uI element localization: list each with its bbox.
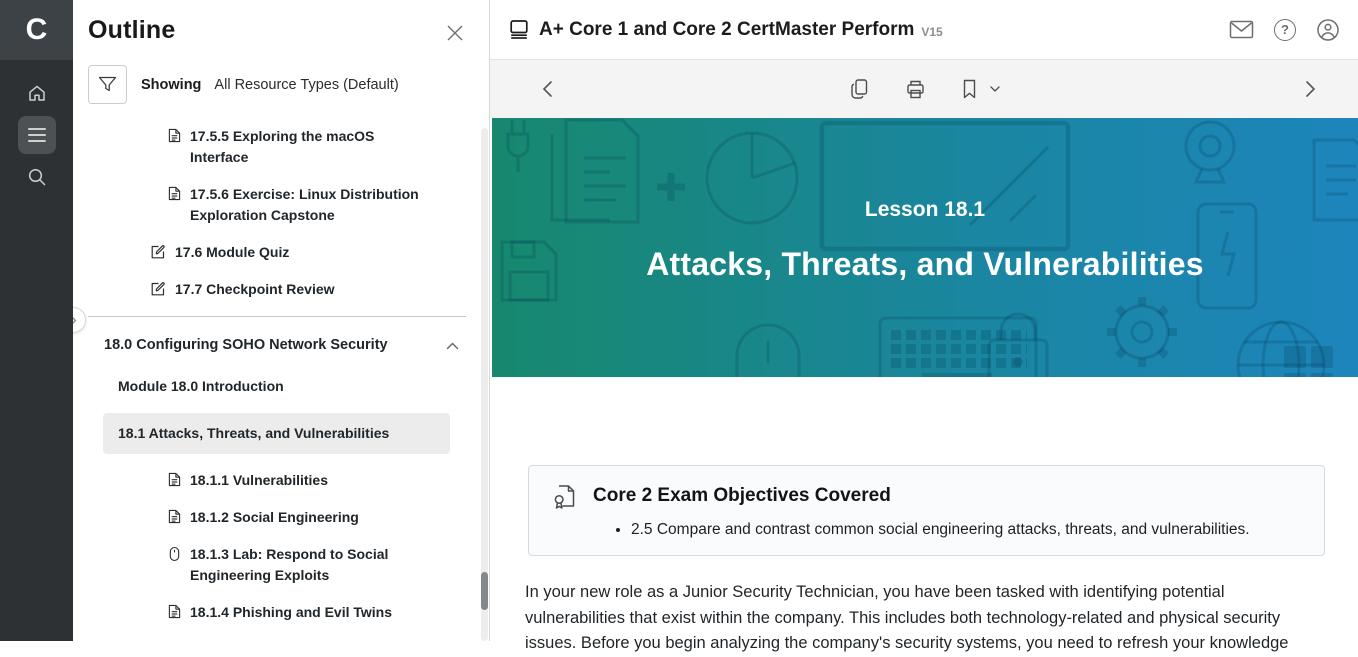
document-icon [168,472,181,487]
resource-filter-row: Showing All Resource Types (Default) [88,65,489,104]
course-icon [508,19,530,40]
bookmark-icon [962,79,977,99]
main-area: A+ Core 1 and Core 2 CertMaster Perform … [490,0,1358,652]
comptia-logo[interactable]: C [0,0,73,60]
outline-scrollbar-thumb[interactable] [481,572,488,610]
objectives-list: 2.5 Compare and contrast common social e… [552,519,1304,541]
mail-icon [1229,20,1254,39]
outline-item[interactable]: 18.1.2 Social Engineering [73,507,489,528]
document-icon [168,604,181,619]
lesson-content: Core 2 Exam Objectives Covered 2.5 Compa… [490,377,1358,657]
certificate-icon [552,482,579,510]
outline-item-selected[interactable]: 18.1 Attacks, Threats, and Vulnerabiliti… [103,413,450,454]
filter-funnel-icon [98,76,117,94]
chevron-down-icon [989,86,1000,92]
bookmark-menu-button[interactable] [989,86,1000,92]
chevron-left-icon [542,80,553,98]
outline-menu-button[interactable] [17,116,56,154]
exam-objectives-box: Core 2 Exam Objectives Covered 2.5 Compa… [528,465,1325,556]
close-outline-button[interactable] [446,24,464,42]
outline-item[interactable]: 17.5.5 Exploring the macOS Interface [73,126,489,168]
outline-item[interactable]: Module 18.0 Introduction [73,376,489,397]
outline-tree: 17.5.5 Exploring the macOS Interface 17.… [73,126,489,623]
filter-button[interactable] [88,65,127,104]
outline-divider [88,316,466,317]
home-icon [27,83,47,103]
course-version-badge: V15 [921,25,943,39]
lab-mouse-icon [168,546,181,562]
menu-icon [27,127,47,143]
outline-item[interactable]: 17.6 Module Quiz [73,242,489,263]
showing-value[interactable]: All Resource Types (Default) [214,77,398,93]
objective-item: 2.5 Compare and contrast common social e… [631,519,1304,541]
chevron-right-icon [1305,80,1316,98]
print-button[interactable] [905,79,926,100]
objectives-title: Core 2 Exam Objectives Covered [593,485,891,506]
chevron-up-icon[interactable] [446,342,459,350]
outline-item[interactable]: 18.1.4 Phishing and Evil Twins [73,602,489,623]
outline-item[interactable]: 17.7 Checkpoint Review [73,279,489,300]
search-icon [27,167,47,187]
course-header: A+ Core 1 and Core 2 CertMaster Perform … [490,0,1358,60]
outline-item[interactable]: 18.1.3 Lab: Respond to Social Engineerin… [73,544,489,586]
copy-icon [849,78,869,100]
document-icon [168,128,181,143]
close-icon [446,24,464,42]
bookmark-button[interactable] [962,79,977,99]
home-button[interactable] [18,74,56,112]
showing-label: Showing [141,76,202,93]
lesson-number: Lesson 18.1 [864,198,986,221]
outline-title: Outline [88,16,176,44]
quiz-icon [150,244,166,260]
outline-item[interactable]: 18.1.1 Vulnerabilities [73,470,489,491]
messages-button[interactable] [1229,20,1254,39]
next-page-button[interactable] [1305,80,1316,98]
lesson-title: Attacks, Threats, and Vulnerabilities [646,246,1204,282]
account-icon [1316,18,1340,42]
outline-panel: Outline Showing All Resource Types (Defa… [60,0,490,641]
search-button[interactable] [18,158,56,196]
outline-scrollbar[interactable] [481,128,488,641]
account-button[interactable] [1316,18,1340,42]
lesson-hero-banner: Lesson 18.1 Attacks, Threats, and Vulner… [492,118,1358,377]
app-rail: C [0,0,73,641]
previous-page-button[interactable] [542,80,553,98]
lesson-intro-paragraph: In your new role as a Junior Security Te… [525,583,1289,652]
printer-icon [905,79,926,100]
help-icon: ? [1274,18,1296,41]
copy-button[interactable] [849,78,869,100]
help-button[interactable]: ? [1274,18,1296,41]
quiz-icon [150,281,166,297]
outline-section-18-0[interactable]: 18.0 Configuring SOHO Network Security [73,335,489,356]
document-icon [168,509,181,524]
outline-item[interactable]: 17.5.6 Exercise: Linux Distribution Expl… [73,184,489,226]
course-title: A+ Core 1 and Core 2 CertMaster Perform [539,18,915,40]
document-icon [168,186,181,201]
lesson-toolbar [490,60,1358,118]
